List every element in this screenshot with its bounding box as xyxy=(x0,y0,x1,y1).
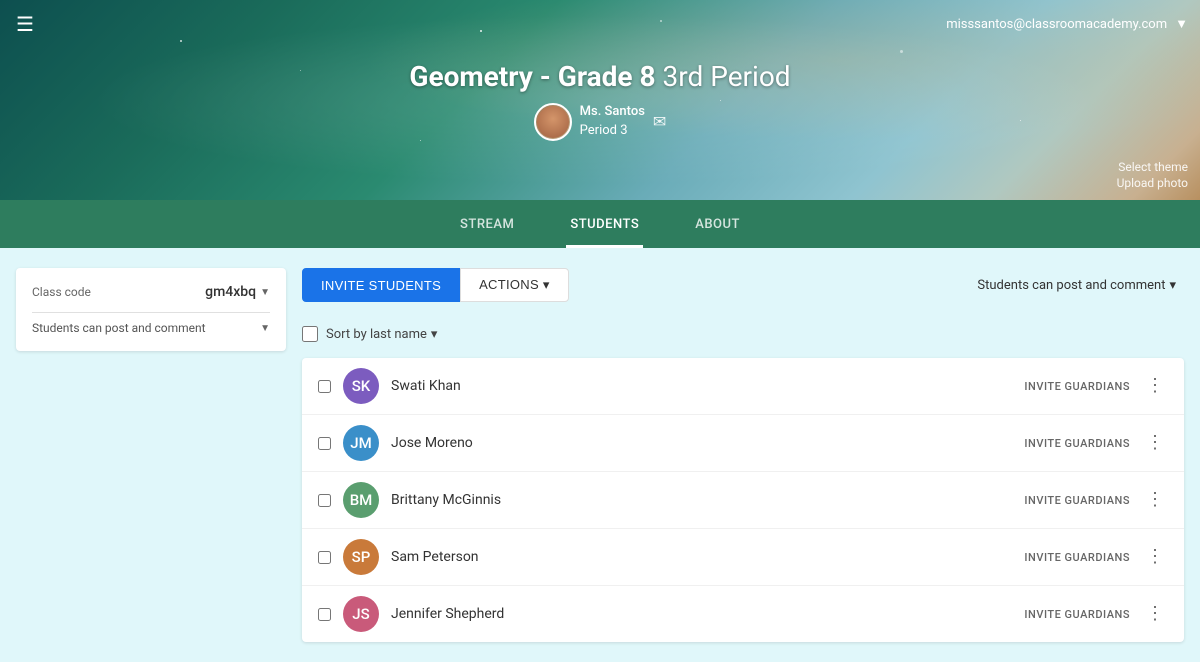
upload-photo-link[interactable]: Upload photo xyxy=(1117,176,1188,190)
top-bar-right: misssantos@classroomacademy.com ▼ xyxy=(946,16,1188,32)
student-checkbox-1[interactable] xyxy=(318,437,331,450)
student-list: SK Swati Khan INVITE GUARDIANS ⋮ JM Jose… xyxy=(302,358,1184,642)
sidebar-permission-row: Students can post and comment ▼ xyxy=(32,321,270,335)
student-name: Jose Moreno xyxy=(391,435,1012,451)
teacher-name: Ms. Santos xyxy=(580,103,645,121)
nav-item-about[interactable]: ABOUT xyxy=(691,200,744,248)
student-checkbox-2[interactable] xyxy=(318,494,331,507)
student-avatar: JM xyxy=(343,425,379,461)
student-name: Jennifer Shepherd xyxy=(391,606,1012,622)
permission-dropdown-arrow: ▾ xyxy=(1169,278,1176,293)
more-options-icon[interactable]: ⋮ xyxy=(1142,373,1168,399)
avatar-face xyxy=(537,106,569,138)
account-dropdown-arrow[interactable]: ▼ xyxy=(1175,16,1188,32)
panel-header: INVITE STUDENTS ACTIONS ▾ Students can p… xyxy=(302,268,1184,302)
invite-guardians-button[interactable]: INVITE GUARDIANS xyxy=(1024,437,1130,450)
student-checkbox-0[interactable] xyxy=(318,380,331,393)
sort-row: Sort by last name ▾ xyxy=(302,318,1184,350)
hero-subtitle: Ms. Santos Period 3 ✉ xyxy=(534,103,667,141)
hero-title: Geometry - Grade 8 3rd Period xyxy=(409,60,790,93)
user-email: misssantos@classroomacademy.com xyxy=(946,17,1167,32)
table-row: SP Sam Peterson INVITE GUARDIANS ⋮ xyxy=(302,529,1184,586)
email-icon[interactable]: ✉ xyxy=(653,112,666,131)
sidebar-divider xyxy=(32,312,270,313)
student-name: Swati Khan xyxy=(391,378,1012,394)
invite-guardians-button[interactable]: INVITE GUARDIANS xyxy=(1024,494,1130,507)
teacher-period: Period 3 xyxy=(580,122,645,140)
hero-actions: Select theme Upload photo xyxy=(1117,160,1188,190)
more-options-icon[interactable]: ⋮ xyxy=(1142,487,1168,513)
sidebar: Class code gm4xbq ▼ Students can post an… xyxy=(16,268,286,642)
nav-bar: STREAM STUDENTS ABOUT xyxy=(0,200,1200,248)
top-bar: ☰ misssantos@classroomacademy.com ▼ xyxy=(0,0,1200,48)
tabs-row: INVITE STUDENTS ACTIONS ▾ xyxy=(302,268,569,302)
class-code-label: Class code xyxy=(32,285,91,299)
sidebar-permission-arrow[interactable]: ▼ xyxy=(260,323,270,334)
tab-actions[interactable]: ACTIONS ▾ xyxy=(460,268,569,302)
student-avatar: SK xyxy=(343,368,379,404)
more-options-icon[interactable]: ⋮ xyxy=(1142,430,1168,456)
teacher-info: Ms. Santos Period 3 xyxy=(580,103,645,139)
nav-item-students[interactable]: STUDENTS xyxy=(566,200,643,248)
student-name: Sam Peterson xyxy=(391,549,1012,565)
right-panel: INVITE STUDENTS ACTIONS ▾ Students can p… xyxy=(302,268,1184,642)
student-checkbox-4[interactable] xyxy=(318,608,331,621)
student-name: Brittany McGinnis xyxy=(391,492,1012,508)
sidebar-card: Class code gm4xbq ▼ Students can post an… xyxy=(16,268,286,351)
invite-guardians-button[interactable]: INVITE GUARDIANS xyxy=(1024,608,1130,621)
hamburger-icon[interactable]: ☰ xyxy=(12,8,38,40)
student-checkbox-3[interactable] xyxy=(318,551,331,564)
permission-dropdown[interactable]: Students can post and comment ▾ xyxy=(969,272,1184,299)
table-row: BM Brittany McGinnis INVITE GUARDIANS ⋮ xyxy=(302,472,1184,529)
sidebar-permission-text: Students can post and comment xyxy=(32,321,206,335)
class-code-dropdown-arrow[interactable]: ▼ xyxy=(260,287,270,298)
select-all-checkbox[interactable] xyxy=(302,326,318,342)
tab-invite-students[interactable]: INVITE STUDENTS xyxy=(302,268,460,302)
permission-dropdown-label: Students can post and comment xyxy=(977,278,1165,293)
more-options-icon[interactable]: ⋮ xyxy=(1142,544,1168,570)
teacher-avatar xyxy=(534,103,572,141)
table-row: JS Jennifer Shepherd INVITE GUARDIANS ⋮ xyxy=(302,586,1184,642)
select-theme-link[interactable]: Select theme xyxy=(1118,160,1188,174)
sort-label[interactable]: Sort by last name ▾ xyxy=(326,327,437,342)
class-code-value: gm4xbq ▼ xyxy=(205,284,270,300)
class-code-row: Class code gm4xbq ▼ xyxy=(32,284,270,300)
more-options-icon[interactable]: ⋮ xyxy=(1142,601,1168,627)
class-code-text: gm4xbq xyxy=(205,284,256,300)
student-avatar: BM xyxy=(343,482,379,518)
table-row: SK Swati Khan INVITE GUARDIANS ⋮ xyxy=(302,358,1184,415)
nav-item-stream[interactable]: STREAM xyxy=(456,200,518,248)
student-avatar: JS xyxy=(343,596,379,632)
invite-guardians-button[interactable]: INVITE GUARDIANS xyxy=(1024,551,1130,564)
table-row: JM Jose Moreno INVITE GUARDIANS ⋮ xyxy=(302,415,1184,472)
invite-guardians-button[interactable]: INVITE GUARDIANS xyxy=(1024,380,1130,393)
student-avatar: SP xyxy=(343,539,379,575)
